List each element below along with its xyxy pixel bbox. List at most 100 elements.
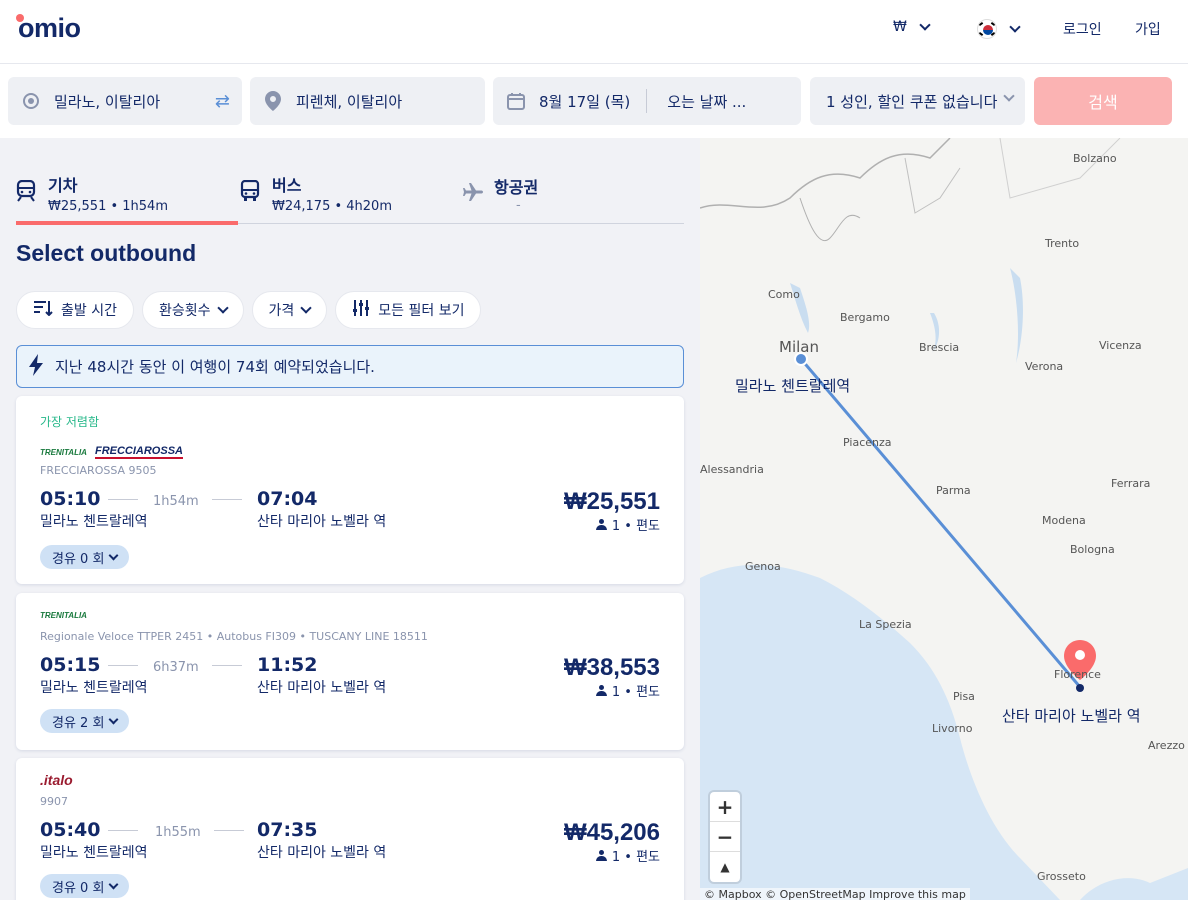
map-city-label: Ferrara [1111, 477, 1151, 490]
map-city-label: Trento [1045, 237, 1080, 250]
login-link[interactable]: 로그인 [1063, 19, 1102, 39]
currency-selector[interactable]: ₩ [893, 18, 931, 35]
origin-circle-icon [22, 92, 40, 110]
compass-button[interactable]: ▲ [710, 852, 740, 882]
cheapest-badge: 가장 저렴함 [40, 415, 100, 429]
passenger-info: 1 • 편도 [595, 515, 660, 534]
operator-logo: .italo [40, 772, 73, 788]
chevron-down-icon [1009, 20, 1021, 33]
booking-notice: 지난 48시간 동안 이 여행이 74회 예약되었습니다. [16, 345, 684, 388]
stops-label: 경유 2 회 [52, 715, 105, 731]
tab-flight-summary: - [516, 198, 521, 213]
tab-flight-label: 항공권 [494, 178, 539, 197]
trenitalia-logo: TRENITALIA [40, 447, 87, 457]
map-city-label: Milan [779, 338, 819, 356]
origin-station: 밀라노 첸트랄레역 [40, 680, 148, 696]
filter-bar: 출발 시간 환승횟수 가격 모든 필터 보기 [16, 291, 482, 329]
stops-toggle[interactable]: 경유 0 회 [40, 874, 130, 898]
operator-logo: TRENITALIA [40, 607, 87, 623]
map-canvas [700, 138, 1188, 900]
price: ₩25,551 [563, 488, 660, 515]
stops-toggle[interactable]: 경유 2 회 [40, 709, 130, 733]
passengers-value: 1 성인, 할인 쿠폰 없습니다 [826, 92, 998, 111]
departure-time: 05:15 [40, 654, 101, 676]
person-icon [595, 850, 607, 861]
train-icon [16, 179, 38, 202]
map-city-label: Arezzo [1148, 739, 1185, 752]
arrival-time: 11:52 [257, 654, 318, 676]
tab-flight[interactable]: 항공권 - [462, 168, 682, 224]
korea-flag-icon [977, 19, 997, 39]
passenger-text: 1 • 편도 [611, 519, 660, 534]
map-city-label: Grosseto [1037, 870, 1086, 883]
chevron-down-icon [300, 301, 312, 314]
map-city-label: La Spezia [859, 618, 912, 631]
tab-bus[interactable]: 버스 ₩24,175 • 4h20m [240, 168, 460, 224]
all-filters-chip[interactable]: 모든 필터 보기 [335, 291, 482, 329]
zoom-out-button[interactable]: − [710, 822, 740, 852]
tab-bus-label: 버스 [272, 176, 302, 195]
map-attribution[interactable]: © Mapbox © OpenStreetMap Improve this ma… [700, 888, 970, 900]
stops-toggle[interactable]: 경유 0 회 [40, 545, 130, 569]
language-selector[interactable] [977, 19, 1021, 39]
duration: 1h54m [153, 494, 199, 509]
signup-link[interactable]: 가입 [1135, 19, 1161, 39]
passengers-field[interactable]: 1 성인, 할인 쿠폰 없습니다 [810, 77, 1025, 125]
passenger-text: 1 • 편도 [611, 850, 660, 865]
swap-icon[interactable]: ⇄ [215, 91, 230, 112]
search-bar: 밀라노, 이탈리아 ⇄ 피렌체, 이탈리아 8월 17일 (목) 오는 날짜 .… [0, 64, 1188, 138]
sort-departure-chip[interactable]: 출발 시간 [16, 291, 134, 329]
transfers-filter-label: 환승횟수 [158, 303, 211, 319]
result-card[interactable]: .italo 9907 05:40 1h55m 07:35 밀라노 첸트랄레역 … [16, 758, 684, 900]
map-city-label: Modena [1042, 514, 1086, 527]
location-pin-icon [264, 91, 282, 111]
return-date-placeholder[interactable]: 오는 날짜 ... [667, 91, 746, 112]
transfers-filter-chip[interactable]: 환승횟수 [141, 291, 244, 329]
departure-time: 05:40 [40, 819, 101, 841]
trenitalia-logo: TRENITALIA [40, 610, 87, 620]
train-number: Regionale Veloce TTPER 2451 • Autobus FI… [40, 630, 428, 643]
duration-line [214, 830, 244, 831]
sort-icon [33, 300, 53, 320]
origin-value: 밀라노, 이탈리아 [54, 92, 161, 111]
duration-line [108, 665, 138, 666]
duration-line [108, 830, 138, 831]
destination-station-label: 산타 마리아 노벨라 역 [1002, 707, 1141, 725]
stops-label: 경유 0 회 [52, 880, 105, 896]
search-button[interactable]: 검색 [1034, 77, 1172, 125]
price: ₩45,206 [563, 819, 660, 846]
result-card[interactable]: TRENITALIA Regionale Veloce TTPER 2451 •… [16, 593, 684, 750]
result-card[interactable]: 가장 저렴함 TRENITALIA FRECCIAROSSA FRECCIARO… [16, 396, 684, 584]
person-icon [595, 685, 607, 696]
bus-icon [240, 179, 262, 202]
zoom-controls: + − ▲ [710, 792, 740, 882]
passenger-info: 1 • 편도 [595, 681, 660, 700]
results-panel: 기차 ₩25,551 • 1h54m 버스 ₩24,175 • 4h20m 항공… [0, 138, 700, 900]
chevron-down-icon [108, 714, 119, 724]
person-icon [595, 519, 607, 530]
duration-line [212, 665, 242, 666]
map-city-label: Florence [1054, 668, 1101, 681]
frecciarossa-logo: FRECCIAROSSA [94, 445, 183, 459]
calendar-icon [507, 92, 525, 110]
chevron-down-icon [1003, 90, 1015, 102]
destination-field[interactable]: 피렌체, 이탈리아 [250, 77, 485, 125]
zoom-in-button[interactable]: + [710, 792, 740, 822]
origin-station: 밀라노 첸트랄레역 [40, 514, 148, 530]
tab-train-summary: ₩25,551 • 1h54m [48, 199, 168, 214]
duration: 1h55m [155, 825, 201, 840]
map-city-label: Genoa [745, 560, 781, 573]
tab-train[interactable]: 기차 ₩25,551 • 1h54m [16, 168, 238, 225]
date-divider [646, 89, 648, 113]
tab-bus-summary: ₩24,175 • 4h20m [272, 199, 392, 214]
origin-field[interactable]: 밀라노, 이탈리아 ⇄ [8, 77, 242, 125]
depart-date-value[interactable]: 8월 17일 (목) [539, 91, 630, 112]
date-field[interactable]: 8월 17일 (목) 오는 날짜 ... [493, 77, 801, 125]
route-map[interactable]: Bolzano Trento Como Bergamo Milan Bresci… [700, 138, 1188, 900]
transport-tabs: 기차 ₩25,551 • 1h54m 버스 ₩24,175 • 4h20m 항공… [16, 168, 684, 225]
map-city-label: Alessandria [700, 463, 764, 476]
arrival-time: 07:04 [257, 488, 318, 510]
price-filter-chip[interactable]: 가격 [251, 291, 328, 329]
lightning-icon [29, 353, 43, 380]
destination-dot [1076, 684, 1084, 692]
